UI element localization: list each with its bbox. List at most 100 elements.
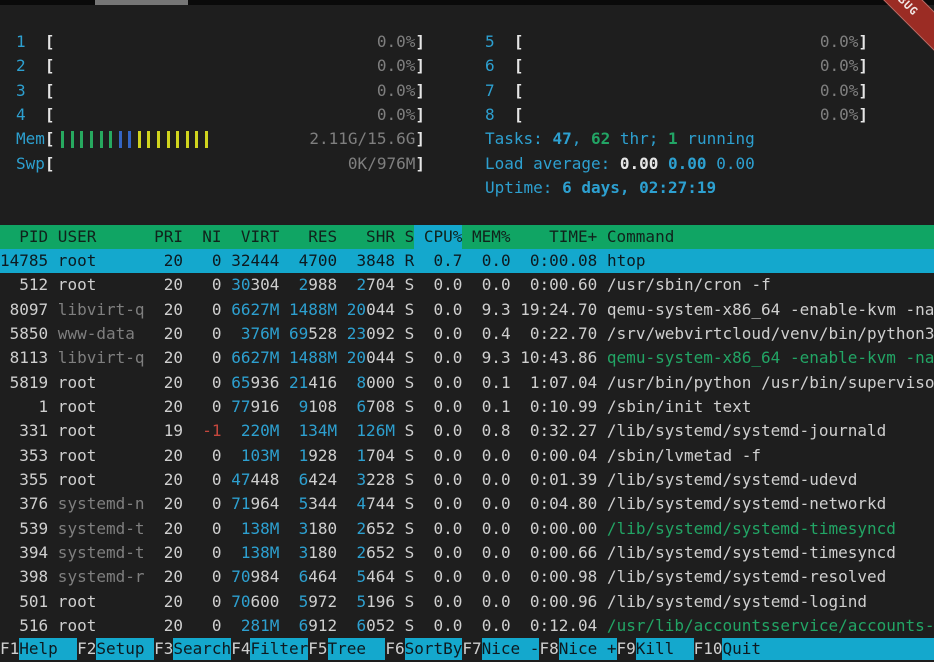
- cpu-meter-4: 4 [0.0%]: [16, 103, 425, 127]
- cpu-label: 4: [16, 103, 26, 127]
- cell-s: S: [395, 517, 414, 541]
- cell-mem: 0.0: [462, 468, 510, 492]
- process-row-501[interactable]: 501 root 20 0 70600 5972 5196 S 0.0 0.0 …: [0, 590, 934, 614]
- meter-bar-yellow: [195, 131, 198, 148]
- cell-cpu: 0.0: [414, 322, 462, 346]
- fkey-f3[interactable]: F3Search: [154, 638, 231, 662]
- process-row-394[interactable]: 394 systemd-t 20 0 138M 3180 2652 S 0.0 …: [0, 541, 934, 565]
- cell-virt: 70: [222, 590, 251, 614]
- mem-value: 2.11G/15.6G: [309, 127, 415, 151]
- process-row-353[interactable]: 353 root 20 0 103M 1928 1704 S 0.0 0.0 0…: [0, 444, 934, 468]
- cell-pri: 20: [145, 298, 184, 322]
- process-row-8113[interactable]: 8113 libvirt-q 20 0 6627M 1488M 20044 S …: [0, 346, 934, 370]
- meter-row-3: 3 [0.0%] 7 [0.0%]: [0, 79, 934, 103]
- cpu-meter-8: 8 [0.0%]: [485, 103, 868, 127]
- process-row-539[interactable]: 539 systemd-t 20 0 138M 3180 2652 S 0.0 …: [0, 517, 934, 541]
- column-header-pri[interactable]: PRI: [145, 225, 184, 249]
- mem-label: Mem: [16, 127, 45, 151]
- column-header-shr[interactable]: SHR: [337, 225, 395, 249]
- fkey-f7[interactable]: F7Nice -: [462, 638, 539, 662]
- cpu-value: 0.0%: [377, 30, 416, 54]
- process-row-355[interactable]: 355 root 20 0 47448 6424 3228 S 0.0 0.0 …: [0, 468, 934, 492]
- swp-label: Swp: [16, 152, 45, 176]
- cell-virt: 77: [222, 395, 251, 419]
- cpu-label: 3: [16, 79, 26, 103]
- cell-pid: 5850: [0, 322, 48, 346]
- memory-meter: Mem[2.11G/15.6G]: [16, 127, 425, 151]
- cell-mem: 0.0: [462, 541, 510, 565]
- process-row-5850[interactable]: 5850 www-data 20 0 376M 69528 23092 S 0.…: [0, 322, 934, 346]
- process-row-8097[interactable]: 8097 libvirt-q 20 0 6627M 1488M 20044 S …: [0, 298, 934, 322]
- process-row-331[interactable]: 331 root 19 -1 220M 134M 126M S 0.0 0.8 …: [0, 419, 934, 443]
- fkey-f8[interactable]: F8Nice +: [539, 638, 616, 662]
- cell-cmd: /lib/systemd/systemd-networkd: [597, 492, 886, 516]
- cell-pri: 20: [145, 346, 184, 370]
- cell-res: 180: [308, 541, 337, 565]
- fkey-f2[interactable]: F2Setup: [77, 638, 154, 662]
- cell-res: 5: [279, 492, 308, 516]
- cell-res: 6: [279, 565, 308, 589]
- column-header-time[interactable]: TIME+: [511, 225, 598, 249]
- column-header-mem[interactable]: MEM%: [462, 225, 510, 249]
- cell-res: 108: [308, 395, 337, 419]
- process-row-1[interactable]: 1 root 20 0 77916 9108 6708 S 0.0 0.1 0:…: [0, 395, 934, 419]
- cell-ni: 0: [183, 541, 222, 565]
- column-header-command[interactable]: Command: [597, 225, 674, 249]
- meter-bar-yellow: [147, 131, 150, 148]
- meter-bar-blue: [128, 131, 131, 148]
- fkey-bar-fill: [780, 638, 934, 660]
- cell-ni: 0: [183, 468, 222, 492]
- load-5min: 0.00: [668, 154, 716, 173]
- cpu-value: 0.0%: [820, 103, 859, 127]
- process-row-14785[interactable]: 14785 root 20 0 32444 4700 3848 R 0.7 0.…: [0, 249, 934, 273]
- cell-res: 988: [308, 273, 337, 297]
- column-header-ni[interactable]: NI: [183, 225, 222, 249]
- cell-cmd: /lib/systemd/systemd-timesyncd: [597, 517, 896, 541]
- column-header-cpu[interactable]: CPU%: [414, 225, 462, 249]
- cell-res: 1: [279, 444, 308, 468]
- fkey-f4[interactable]: F4Filter: [231, 638, 308, 662]
- cell-mem: 0.0: [462, 614, 510, 638]
- cell-pid: 394: [0, 541, 48, 565]
- meter-bar-yellow: [157, 131, 160, 148]
- column-header-virt[interactable]: VIRT: [222, 225, 280, 249]
- meter-bar-yellow: [176, 131, 179, 148]
- process-row-398[interactable]: 398 systemd-r 20 0 70984 6464 5464 S 0.0…: [0, 565, 934, 589]
- cell-virt: 600: [250, 590, 279, 614]
- cell-shr: 2: [337, 273, 366, 297]
- cell-user: root: [48, 590, 144, 614]
- cell-shr: 652: [366, 517, 395, 541]
- process-row-516[interactable]: 516 root 20 0 281M 6912 6052 S 0.0 0.0 0…: [0, 614, 934, 638]
- meter-bar-yellow: [186, 131, 189, 148]
- column-header-user[interactable]: USER: [48, 225, 144, 249]
- cell-shr: 8: [337, 371, 366, 395]
- cell-pri: 20: [145, 541, 184, 565]
- cell-time: 0:22.70: [511, 322, 598, 346]
- cell-cmd: /lib/systemd/systemd-logind: [597, 590, 867, 614]
- process-row-5819[interactable]: 5819 root 20 0 65936 21416 8000 S 0.0 0.…: [0, 371, 934, 395]
- cell-res: 416: [308, 371, 337, 395]
- fkey-f1[interactable]: F1Help: [0, 638, 77, 662]
- cell-cpu: 0.0: [414, 492, 462, 516]
- cell-pri: 20: [145, 492, 184, 516]
- cell-mem: 0.0: [462, 249, 510, 273]
- cell-cmd: /usr/lib/accountsservice/accounts-: [597, 614, 934, 638]
- cell-pri: 20: [145, 273, 184, 297]
- process-row-376[interactable]: 376 systemd-n 20 0 71964 5344 4744 S 0.0…: [0, 492, 934, 516]
- column-header-s[interactable]: S: [395, 225, 414, 249]
- meter-bar-green: [100, 131, 103, 148]
- cell-shr: 3: [337, 468, 366, 492]
- fkey-f6[interactable]: F6SortBy: [385, 638, 462, 662]
- cell-virt: 220M: [222, 419, 280, 443]
- cell-res: 972: [308, 590, 337, 614]
- fkey-f10[interactable]: F10Quit: [694, 638, 781, 662]
- column-header-res[interactable]: RES: [279, 225, 337, 249]
- process-row-512[interactable]: 512 root 20 0 30304 2988 2704 S 0.0 0.0 …: [0, 273, 934, 297]
- cell-res: 464: [308, 565, 337, 589]
- fkey-f5[interactable]: F5Tree: [308, 638, 385, 662]
- cell-s: S: [395, 273, 414, 297]
- cell-virt: 304: [250, 273, 279, 297]
- threads-count: 62: [591, 129, 610, 148]
- fkey-f9[interactable]: F9Kill: [617, 638, 694, 662]
- cell-virt: 936: [250, 371, 279, 395]
